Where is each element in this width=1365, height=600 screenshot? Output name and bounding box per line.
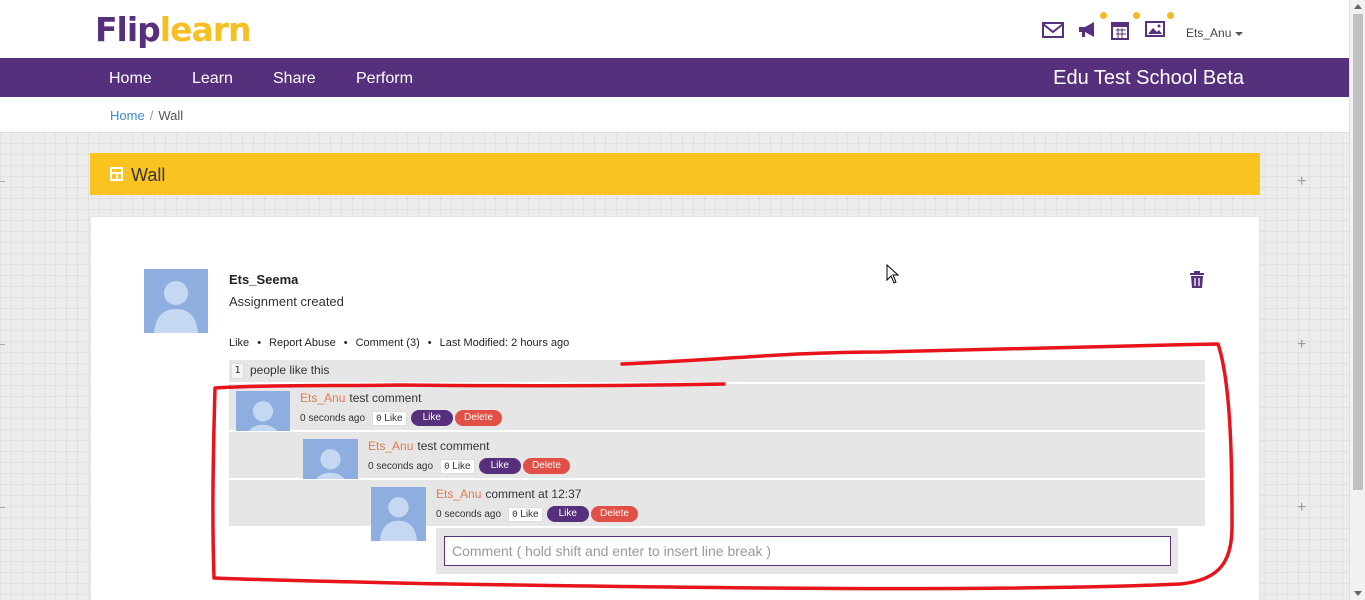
separator: • [427,337,432,349]
like-count-value: 0 [444,461,450,472]
comment-meta: 0 seconds ago 0 Like Like Delete [436,506,638,522]
mail-icon[interactable] [1042,20,1064,40]
like-count-label: Like [452,460,471,472]
scroll-down-icon[interactable] [1354,591,1362,596]
comment-like-count: 0 Like [372,410,407,426]
like-count-value: 0 [512,509,518,520]
breadcrumb-home-link[interactable]: Home [110,108,145,123]
comment-delete-button[interactable]: Delete [590,506,638,522]
main-nav: Home Learn Share Perform Edu Test School… [0,58,1349,97]
comment-author[interactable]: Ets_Anu comment at 12:37 [436,487,581,501]
like-count-label: Like [384,412,403,424]
comment-like-button[interactable]: Like [546,506,589,522]
like-count-label: Like [520,508,539,520]
calendar-icon[interactable] [1110,12,1140,40]
last-modified: Last Modified: 2 hours ago [439,337,570,349]
comment-text: test comment [349,391,422,405]
comment-like-button[interactable]: Like [410,410,453,426]
likes-count: 1 [231,363,244,379]
wall-icon [110,167,123,181]
comment-meta: 0 seconds ago 0 Like Like Delete [300,410,502,426]
plus-icon: + [1297,499,1307,516]
gallery-icon[interactable] [1144,12,1174,40]
like-count-value: 0 [376,413,382,424]
notification-dot [1167,12,1174,19]
announcement-icon[interactable] [1077,12,1107,40]
comment-delete-button[interactable]: Delete [454,410,502,426]
nav-perform[interactable]: Perform [356,70,413,88]
breadcrumb-separator: / [149,108,154,123]
comment-time: 0 seconds ago [300,412,366,424]
likes-summary: 1 people like this [229,360,1205,382]
post-author[interactable]: Ets_Seema [229,272,298,287]
breadcrumb-current: Wall [158,108,184,123]
chevron-down-icon [1235,31,1244,36]
comment-meta: 0 seconds ago 0 Like Like Delete [368,458,570,474]
school-name: Edu Test School Beta [1053,67,1244,89]
plus-icon: + [1297,173,1307,190]
comment-input[interactable] [444,536,1171,566]
separator: • [343,337,348,349]
comment-time: 0 seconds ago [368,460,434,472]
comment-like-count: 0 Like [440,458,475,474]
nav-home[interactable]: Home [109,70,152,88]
separator: • [257,337,262,349]
plus-icon: + [1297,336,1307,353]
trash-icon[interactable] [1189,271,1205,288]
comment-delete-button[interactable]: Delete [522,458,570,474]
post-text: Assignment created [229,294,344,309]
nav-share[interactable]: Share [273,70,316,88]
likes-text[interactable]: people like this [250,363,329,377]
comment-author-name[interactable]: Ets_Anu [300,391,345,405]
scroll-up-icon[interactable] [1354,4,1362,9]
breadcrumb-bar: Home / Wall [0,97,1349,133]
breadcrumb: Home / Wall [110,108,183,123]
comment-text: comment at 12:37 [485,487,582,501]
post-actions: Like • Report Abuse • Comment (3) • Last Modif… [229,337,569,349]
edge-marker [0,507,5,508]
comment-like-count: 0 Like [508,506,543,522]
notification-dot [1133,12,1140,19]
comment-input-wrapper [436,528,1178,574]
fliplearn-logo[interactable]: Fliplearn [95,10,252,50]
logo-text-learn: learn [159,10,252,49]
top-header: Fliplearn Ets_Anu [0,0,1349,58]
comment-text: test comment [417,439,490,453]
comment-author-name[interactable]: Ets_Anu [368,439,413,453]
edge-marker [0,181,5,182]
mouse-cursor-icon [886,264,900,284]
avatar [371,487,426,541]
avatar [144,269,208,333]
like-link[interactable]: Like [229,337,249,349]
nav-learn[interactable]: Learn [192,70,233,88]
wall-heading-bar: Wall [90,153,1260,195]
comment-author[interactable]: Ets_Anu test comment [300,391,421,405]
logo-text-flip: Flip [95,10,161,49]
vertical-scrollbar[interactable] [1349,0,1365,600]
comment-author-name[interactable]: Ets_Anu [436,487,481,501]
user-menu[interactable]: Ets_Anu [1186,26,1244,40]
comment-time: 0 seconds ago [436,508,502,520]
user-name: Ets_Anu [1186,26,1232,40]
comment-link[interactable]: Comment (3) [356,337,420,349]
scrollbar-thumb[interactable] [1353,14,1363,490]
comment-like-button[interactable]: Like [478,458,521,474]
comment-author[interactable]: Ets_Anu test comment [368,439,489,453]
page-title: Wall [131,165,166,185]
notification-dot [1100,12,1107,19]
edge-marker [0,344,5,345]
report-abuse-link[interactable]: Report Abuse [269,337,336,349]
